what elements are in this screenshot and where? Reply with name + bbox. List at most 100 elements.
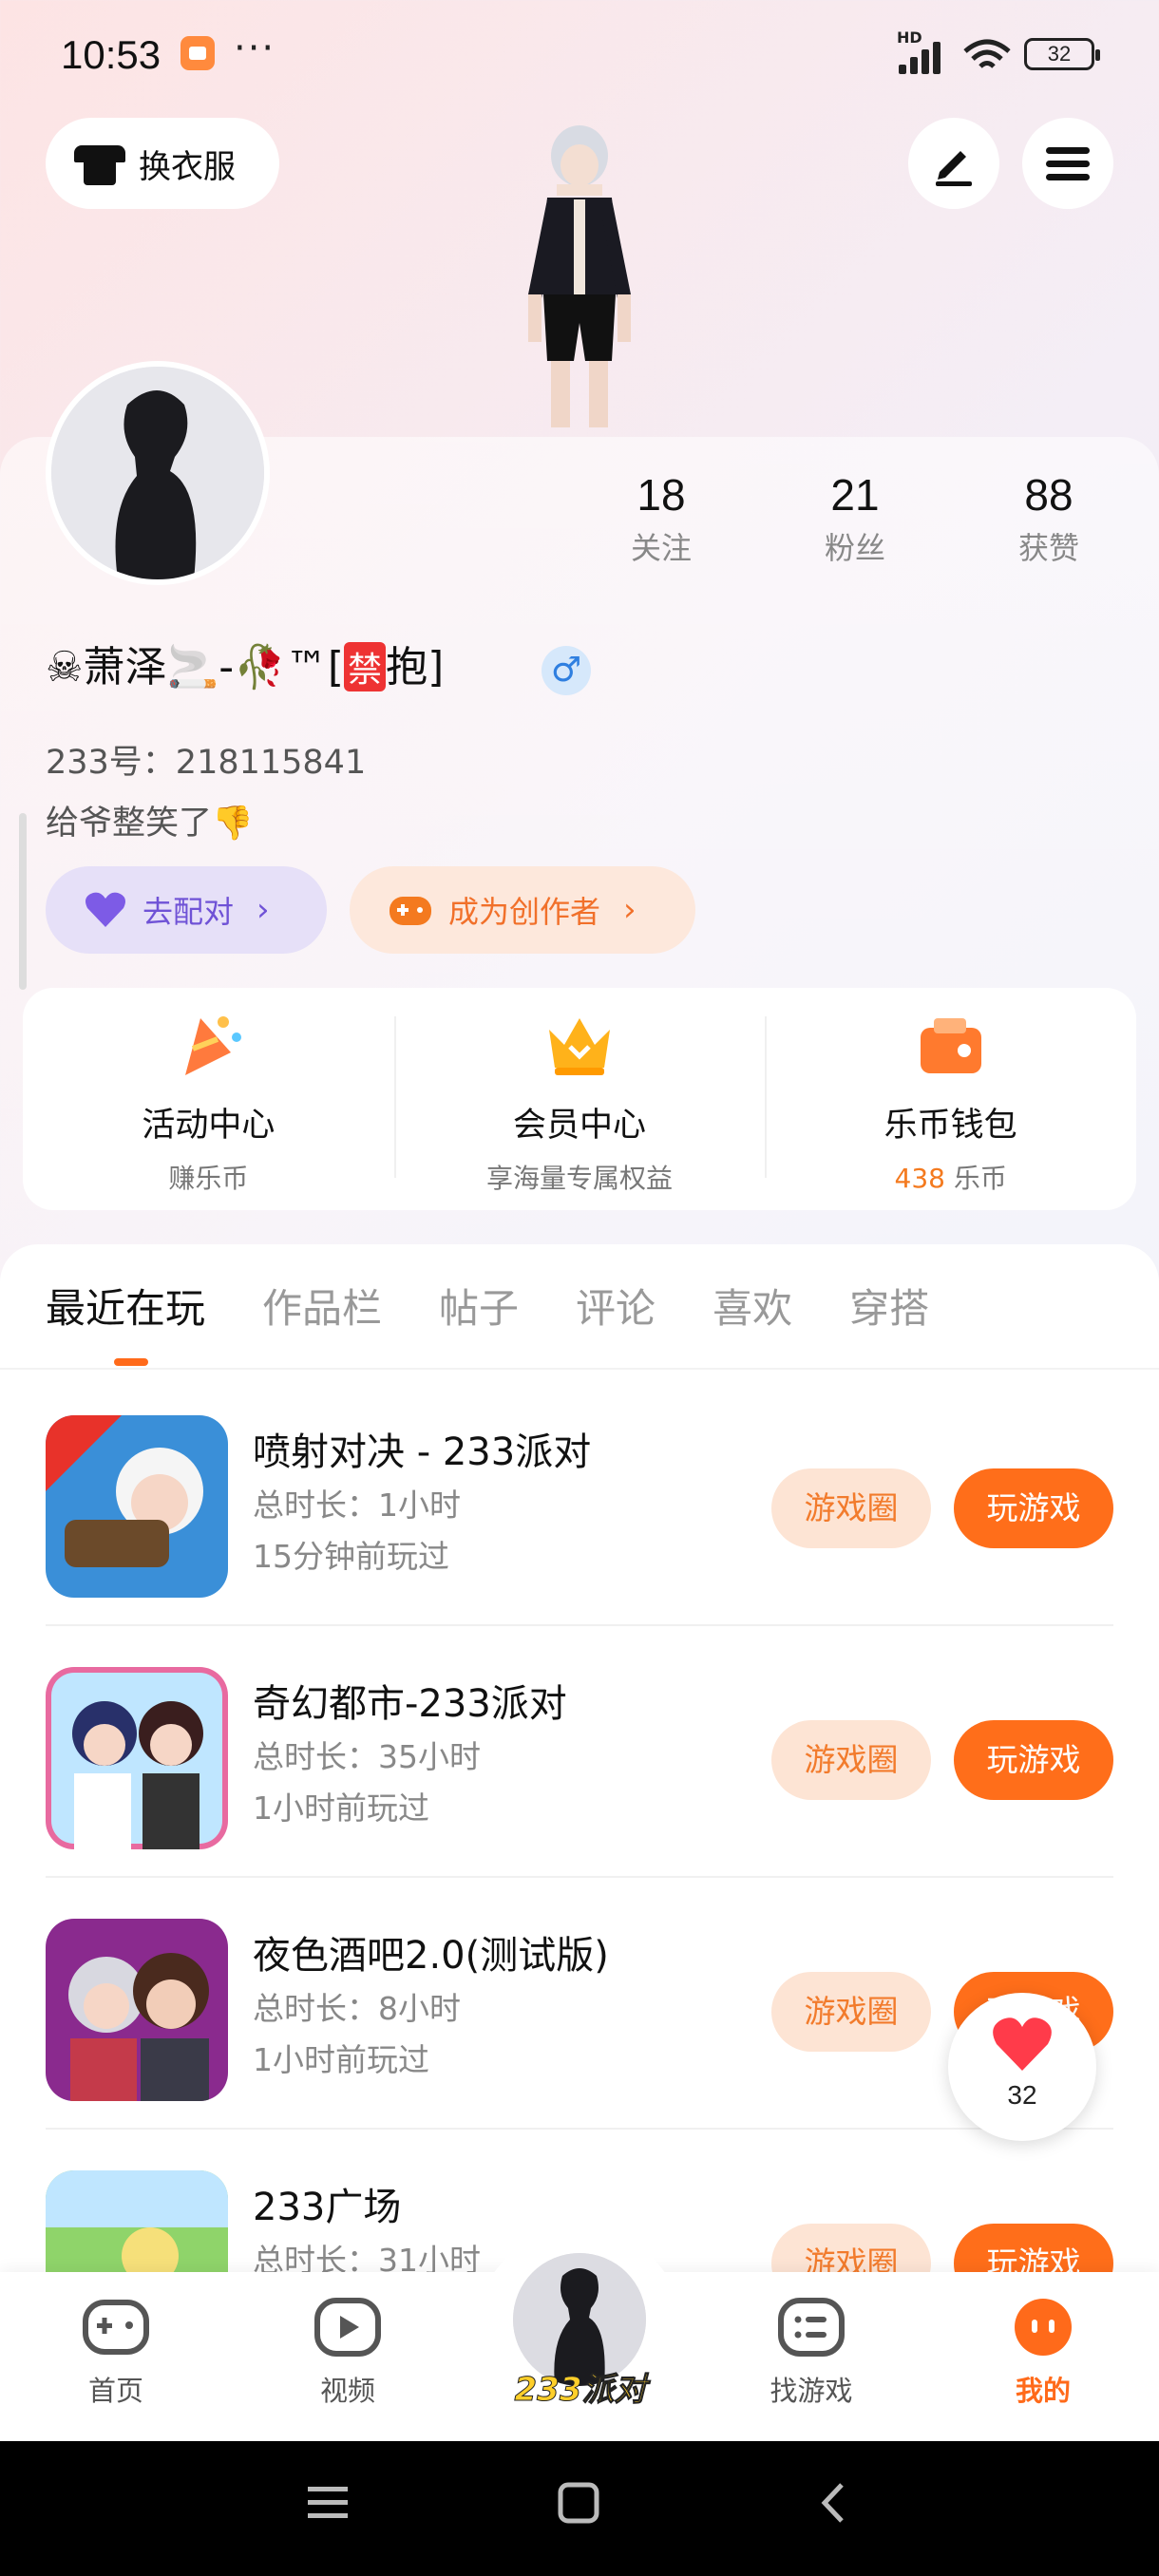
back-icon[interactable] (813, 2481, 857, 2525)
game-icon (46, 1919, 228, 2101)
game-circle-button[interactable]: 游戏圈 (771, 1468, 931, 1548)
edit-profile-button[interactable] (908, 118, 999, 209)
party-icon (185, 1016, 242, 1075)
tabs-divider (0, 1368, 1159, 1370)
nav-mine[interactable]: 我的 (977, 2297, 1110, 2409)
recent-apps-icon[interactable] (306, 2481, 350, 2525)
nav-video[interactable]: 视频 (281, 2297, 414, 2409)
game-name: 夜色酒吧2.0(测试版) (253, 1934, 609, 1978)
go-match-button[interactable]: 去配对 › (46, 866, 327, 954)
status-bar: 10:53 ··· HD 32 (0, 0, 1159, 110)
chevron-right-icon: › (256, 891, 270, 929)
wifi-icon (963, 39, 1011, 68)
game-name: 233广场 (253, 2186, 402, 2229)
chevron-right-icon: › (623, 891, 636, 929)
menu-button[interactable] (1022, 118, 1113, 209)
profile-tabs: 最近在玩 作品栏 帖子 评论 喜欢 穿搭 (46, 1277, 929, 1335)
vip-center-sub: 享海量专属权益 (486, 1163, 674, 1194)
game-last-played: 15分钟前玩过 (253, 1538, 449, 1575)
tab-likes[interactable]: 喜欢 (712, 1277, 792, 1335)
signal-icon (899, 36, 948, 74)
change-outfit-label: 换衣服 (139, 147, 236, 186)
avatar-3d-model[interactable] (494, 123, 665, 437)
change-outfit-button[interactable]: 换衣服 (46, 118, 279, 209)
nav-home-label: 首页 (87, 2375, 143, 2407)
nav-find-game[interactable]: 找游戏 (745, 2297, 878, 2409)
shirt-icon (74, 142, 125, 185)
quick-entry-card: 活动中心 赚乐币 会员中心 享海量专属权益 乐币钱包 438 乐币 (23, 988, 1136, 1210)
male-gender-icon: ♂ (542, 646, 591, 695)
game-row[interactable]: 喷射对决 - 233派对 总时长：1小时 15分钟前玩过 游戏圈 玩游戏 (46, 1375, 1113, 1626)
followers-stat[interactable]: 21 粉丝 (779, 469, 931, 568)
game-playtime: 总时长：35小时 (253, 1738, 481, 1775)
followers-label: 粉丝 (824, 530, 885, 566)
tab-posts[interactable]: 帖子 (439, 1277, 519, 1335)
crown-icon (549, 1018, 610, 1075)
go-match-label: 去配对 (142, 894, 235, 930)
nav-home[interactable]: 首页 (49, 2297, 182, 2409)
video-play-icon (314, 2298, 381, 2357)
game-last-played: 1小时前玩过 (253, 2041, 429, 2078)
user-id[interactable]: 233号：218115841 (46, 735, 366, 784)
heart-purple-icon (86, 892, 125, 927)
game-icon (46, 1415, 228, 1598)
row-divider (46, 1624, 1113, 1626)
list-icon (778, 2298, 845, 2357)
menu-icon (1046, 141, 1090, 187)
wallet-icon (920, 1018, 981, 1073)
following-stat[interactable]: 18 关注 (585, 469, 737, 568)
activity-center-sub: 赚乐币 (168, 1163, 249, 1194)
status-time: 10:53 (61, 32, 162, 77)
tab-outfits[interactable]: 穿搭 (849, 1277, 929, 1335)
likes-label: 获赞 (1017, 530, 1079, 566)
nickname-prefix: ☠萧泽🚬-🥀™[ (46, 643, 345, 691)
coin-wallet-entry[interactable]: 乐币钱包 438 乐币 (765, 988, 1136, 1210)
active-tab-indicator (114, 1358, 148, 1366)
battery-icon: 32 (1024, 38, 1100, 70)
play-game-button[interactable]: 玩游戏 (954, 1468, 1113, 1548)
scroll-indicator (19, 813, 27, 990)
coin-wallet-title: 乐币钱包 (884, 1107, 1017, 1145)
notification-app-icon (180, 36, 215, 70)
nickname: ☠萧泽🚬-🥀™[禁抱] (46, 633, 444, 693)
game-name: 奇幻都市-233派对 (253, 1682, 567, 1726)
nickname-ban-badge: 禁 (344, 642, 387, 691)
gamepad-orange-icon (390, 897, 431, 925)
game-playtime: 总时长：1小时 (253, 1487, 461, 1524)
nav-party-label[interactable]: 233派对 (509, 2363, 652, 2410)
vip-center-entry[interactable]: 会员中心 享海量专属权益 (393, 988, 766, 1210)
avatar-silhouette (51, 367, 264, 579)
row-divider (46, 2128, 1113, 2130)
user-bio: 给爷整笑了👎 (46, 805, 254, 843)
followers-count: 21 (830, 470, 880, 520)
more-notifications-icon: ··· (234, 27, 276, 70)
game-last-played: 1小时前玩过 (253, 1790, 429, 1827)
game-circle-button[interactable]: 游戏圈 (771, 1720, 931, 1800)
game-row[interactable]: 奇幻都市-233派对 总时长：35小时 1小时前玩过 游戏圈 玩游戏 (46, 1627, 1113, 1878)
tab-recently-played[interactable]: 最近在玩 (46, 1277, 205, 1335)
game-name: 喷射对决 - 233派对 (253, 1430, 592, 1474)
profile-avatar[interactable] (46, 361, 270, 585)
gamepad-icon (83, 2300, 149, 2355)
likes-stat[interactable]: 88 获赞 (973, 469, 1125, 568)
following-count: 18 (636, 470, 686, 520)
profile-face-icon (1015, 2299, 1072, 2356)
tab-works[interactable]: 作品栏 (262, 1277, 382, 1335)
become-creator-button[interactable]: 成为创作者 › (350, 866, 695, 954)
game-circle-button[interactable]: 游戏圈 (771, 1972, 931, 2052)
row-divider (46, 1876, 1113, 1878)
activity-center-entry[interactable]: 活动中心 赚乐币 (23, 988, 394, 1210)
play-game-button[interactable]: 玩游戏 (954, 1720, 1113, 1800)
following-label: 关注 (630, 530, 692, 566)
floating-like-button[interactable]: 32 (948, 1993, 1096, 2141)
game-playtime: 总时长：8小时 (253, 1990, 461, 2027)
pencil-icon (936, 151, 972, 186)
nickname-suffix: 抱] (386, 643, 445, 691)
nav-video-label: 视频 (319, 2375, 375, 2407)
coin-unit: 乐币 (944, 1163, 1007, 1194)
nav-mine-label: 我的 (1015, 2375, 1071, 2407)
tab-comments[interactable]: 评论 (576, 1277, 656, 1335)
like-count: 32 (1007, 2080, 1037, 2110)
coin-balance: 438 (894, 1163, 945, 1194)
home-icon[interactable] (557, 2481, 600, 2525)
